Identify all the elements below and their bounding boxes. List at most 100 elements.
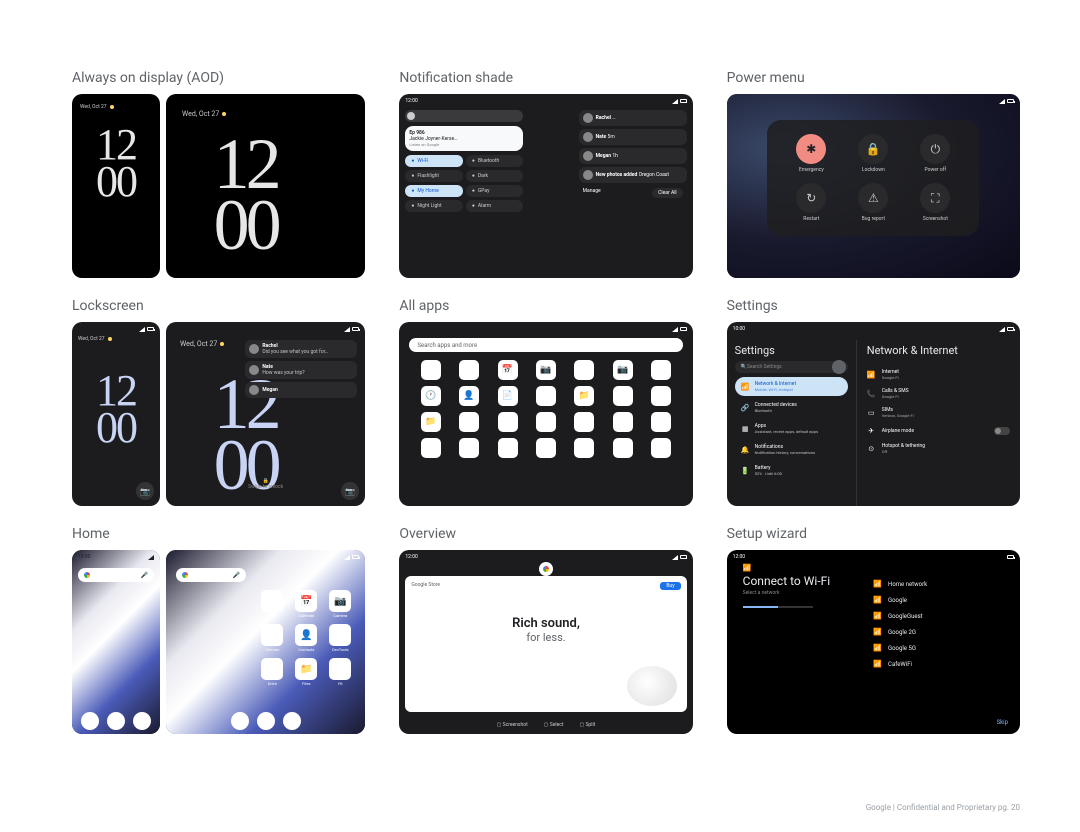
manage-button[interactable]: Manage	[583, 188, 601, 198]
notification-card[interactable]: Megan 1h	[579, 148, 687, 164]
skip-button[interactable]: Skip	[997, 719, 1008, 726]
app-icon[interactable]: M	[651, 438, 671, 458]
camera-button[interactable]: 📷	[136, 482, 154, 500]
app-icon[interactable]: ●	[574, 360, 594, 380]
search-bar[interactable]: 🎤	[78, 568, 154, 582]
app-icon[interactable]: M	[536, 412, 556, 432]
qs-gpay[interactable]: ●GPay	[466, 185, 524, 197]
app-files[interactable]: 📁	[295, 658, 317, 680]
settings-item-connected-devices[interactable]: 🔗Connected devicesBluetooth	[735, 398, 848, 417]
settings-search[interactable]: 🔍 Search Settings	[735, 361, 848, 373]
dock-app[interactable]: ●	[107, 712, 125, 730]
dock-app[interactable]: M	[81, 712, 99, 730]
app-icon[interactable]: 📷	[536, 360, 556, 380]
settings-detail-sims[interactable]: ▭SIMsVerizon, Google Fi	[867, 403, 1010, 422]
qs-my home[interactable]: ●My Home	[405, 185, 463, 197]
settings-detail-calls-sms[interactable]: 📞Calls & SMSGoogle Fi	[867, 384, 1010, 403]
settings-detail-airplane-mode[interactable]: ✈Airplane mode	[867, 422, 1010, 439]
app-icon[interactable]: M	[498, 412, 518, 432]
app-icon[interactable]: ●	[651, 386, 671, 406]
app-icon[interactable]: ▲	[536, 386, 556, 406]
setup-cell: Setup wizard 12:00 📶 Connect to Wi-Fi Se…	[727, 526, 1020, 734]
app-icon[interactable]: M	[574, 438, 594, 458]
qs-dark[interactable]: ●Dark	[466, 170, 524, 182]
notification-card[interactable]: Rachel …	[579, 110, 687, 126]
power-bug-report[interactable]: ⚠	[858, 183, 888, 213]
dock-app[interactable]: ▶	[133, 712, 151, 730]
app-icon[interactable]: ▲	[613, 386, 633, 406]
power-screenshot[interactable]: ⛶	[920, 183, 950, 213]
power-emergency[interactable]: ✱	[796, 134, 826, 164]
profile-avatar-icon[interactable]	[832, 360, 846, 374]
power-restart[interactable]: ↻	[796, 183, 826, 213]
overview-action-split[interactable]: ▢ Split	[579, 722, 595, 728]
settings-item-apps[interactable]: ▦AppsAssistant, recent apps, default app…	[735, 419, 848, 438]
power-lockdown[interactable]: 🔒	[858, 134, 888, 164]
app-icon[interactable]: ♡	[459, 412, 479, 432]
notification-card[interactable]: NateHow was your trip?	[245, 361, 357, 379]
app-arcore[interactable]: ▲	[261, 590, 283, 612]
settings-item-notifications[interactable]: 🔔NotificationsNotification history, conv…	[735, 440, 848, 459]
notification-card[interactable]: New photos added Oregon Coast	[579, 167, 687, 183]
clear-all-button[interactable]: Clear All	[652, 188, 682, 198]
app-icon[interactable]: 🕐	[421, 386, 441, 406]
wifi-network[interactable]: 📶Home network	[873, 580, 1006, 588]
app-icon[interactable]: ▶	[613, 438, 633, 458]
overview-app-icon[interactable]	[539, 562, 553, 576]
settings-item-network-internet[interactable]: 📶Network & InternetMobile, Wi-Fi, hotspo…	[735, 377, 848, 396]
dock-app[interactable]: M	[231, 712, 249, 730]
app-icon[interactable]: ⋮	[651, 412, 671, 432]
settings-detail-hotspot-tethering[interactable]: ⊙Hotspot & tetheringOff	[867, 439, 1010, 458]
app-icon[interactable]: ▲	[498, 438, 518, 458]
app-icon[interactable]: 📁	[421, 412, 441, 432]
app-icon[interactable]: ●	[651, 360, 671, 380]
app-calendar[interactable]: 📅	[295, 590, 317, 612]
app-icon[interactable]: 📄	[498, 386, 518, 406]
settings-detail-internet[interactable]: 📶InternetGoogle Fi	[867, 365, 1010, 384]
wifi-network[interactable]: 📶GoogleGuest	[873, 612, 1006, 620]
app-icon[interactable]: ▲	[459, 360, 479, 380]
app-icon[interactable]: 1	[421, 438, 441, 458]
settings-item-battery[interactable]: 🔋Battery52% · Until 6:00	[735, 461, 848, 480]
app-icon[interactable]: 📅	[498, 360, 518, 380]
app-icon[interactable]: 📁	[574, 386, 594, 406]
camera-button[interactable]: 📷	[341, 482, 359, 500]
app-icon[interactable]: G	[574, 412, 594, 432]
overview-action-screenshot[interactable]: ▢ Screenshot	[497, 722, 528, 728]
power-power-off[interactable]: ⏻	[920, 134, 950, 164]
qs-night light[interactable]: ●Night Light	[405, 200, 463, 212]
app-icon[interactable]: G	[613, 412, 633, 432]
search-bar[interactable]: 🎤	[176, 568, 246, 582]
overview-card[interactable]: Google StoreBuy Rich sound, for less.	[405, 576, 686, 712]
app-icon[interactable]: 👤	[459, 386, 479, 406]
overview-action-select[interactable]: ▢ Select	[544, 722, 564, 728]
notification-card[interactable]: RachelDid you see what you got for…	[245, 340, 357, 358]
qs-flashlight[interactable]: ●Flashlight	[405, 170, 463, 182]
app-icon[interactable]: ▲	[459, 438, 479, 458]
app-icon[interactable]: 📷	[613, 360, 633, 380]
allapps-search[interactable]: Search apps and more	[409, 338, 682, 352]
app-devtools[interactable]: ⚙	[329, 624, 351, 646]
toggle-switch[interactable]	[994, 427, 1010, 435]
media-card[interactable]: Ep 986 Jackie Joyner-Kerse… Listen on Go…	[405, 126, 523, 151]
wifi-network[interactable]: 📶CafeWiFi	[873, 660, 1006, 668]
dock-app[interactable]: ▶	[283, 712, 301, 730]
buy-button[interactable]: Buy	[660, 582, 680, 590]
qs-alarm[interactable]: ●Alarm	[466, 200, 524, 212]
app-drive[interactable]: ▲	[261, 658, 283, 680]
app-fit[interactable]: ♡	[329, 658, 351, 680]
wifi-network[interactable]: 📶Google 5G	[873, 644, 1006, 652]
qs-bluetooth[interactable]: ●Bluetooth	[466, 155, 524, 167]
app-chrome[interactable]: ●	[261, 624, 283, 646]
app-contacts[interactable]: 👤	[295, 624, 317, 646]
brightness-slider[interactable]	[405, 110, 523, 122]
wifi-network[interactable]: 📶Google	[873, 596, 1006, 604]
notification-card[interactable]: Nate 5m	[579, 129, 687, 145]
app-camera[interactable]: 📷	[329, 590, 351, 612]
qs-wi-fi[interactable]: ●Wi-Fi	[405, 155, 463, 167]
app-icon[interactable]: A	[421, 360, 441, 380]
wifi-network[interactable]: 📶Google 2G	[873, 628, 1006, 636]
app-icon[interactable]: 🗺	[536, 438, 556, 458]
dock-app[interactable]: ●	[257, 712, 275, 730]
notification-card[interactable]: Megan	[245, 382, 357, 398]
